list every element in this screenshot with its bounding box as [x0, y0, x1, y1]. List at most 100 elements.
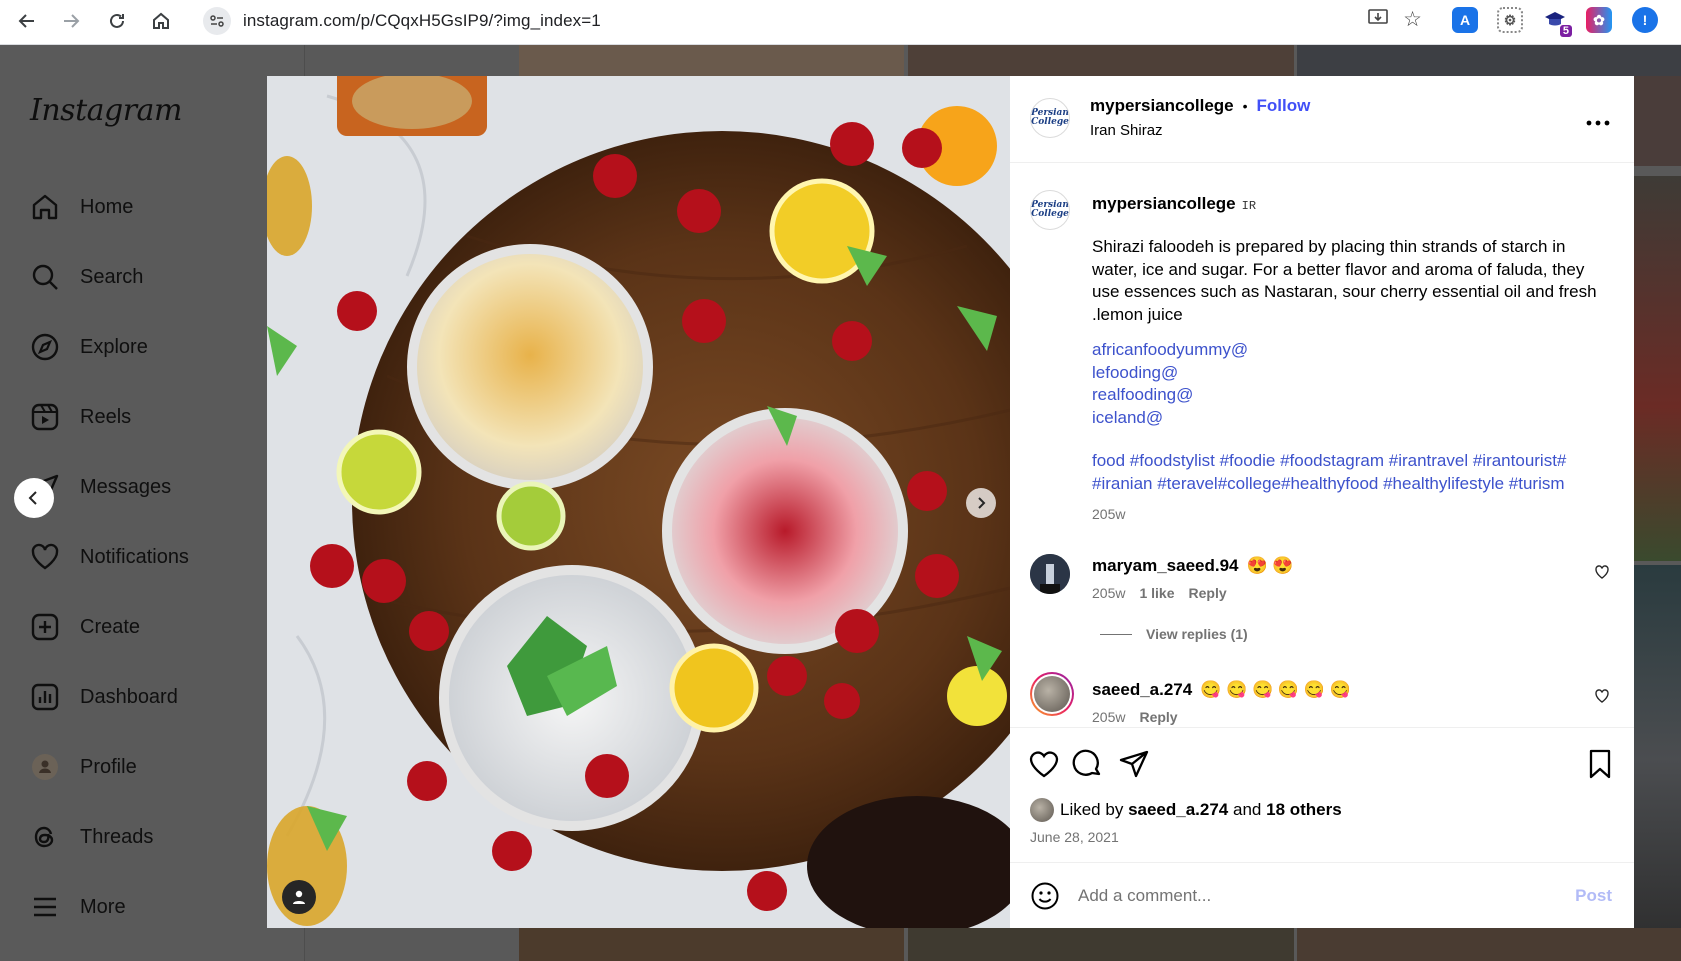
- comment-text: 😋 😋 😋 😋 😋 😋: [1200, 680, 1351, 699]
- site-info-icon[interactable]: [203, 7, 231, 35]
- install-app-icon[interactable]: [1367, 7, 1389, 32]
- sidebar-item-label: Search: [80, 265, 144, 288]
- mention-link[interactable]: realfooding@: [1092, 384, 1248, 407]
- reels-icon: [28, 400, 62, 434]
- url-text: instagram.com/p/CQqxH5GsIP9/?img_index=1: [243, 11, 601, 30]
- sidebar-item-label: Threads: [80, 825, 154, 848]
- sidebar-item-label: Messages: [80, 475, 172, 498]
- comment-meta: 205w Reply: [1092, 709, 1178, 725]
- info-extension-icon[interactable]: !: [1632, 7, 1658, 33]
- caption-author-username[interactable]: mypersiancollege: [1092, 194, 1236, 214]
- background-tile: [1634, 176, 1681, 561]
- forward-icon[interactable]: [56, 6, 86, 36]
- view-replies-label: View replies (1): [1146, 626, 1248, 642]
- sidebar-item-profile[interactable]: Profile: [28, 747, 288, 787]
- avatar-logo-text: Persian College: [1031, 200, 1069, 219]
- home-icon: [28, 190, 62, 224]
- comment-age[interactable]: 205w: [1092, 585, 1125, 601]
- background-tile: [1297, 928, 1681, 961]
- post-location[interactable]: Iran Shiraz: [1090, 122, 1163, 139]
- post-image[interactable]: [267, 76, 1010, 928]
- reply-button[interactable]: Reply: [1139, 709, 1177, 725]
- sidebar-item-search[interactable]: Search: [28, 257, 288, 297]
- comment-likes[interactable]: 1 like: [1139, 585, 1174, 601]
- author-username[interactable]: mypersiancollege: [1090, 96, 1234, 116]
- reload-icon[interactable]: [102, 6, 132, 36]
- like-comment-icon[interactable]: [1594, 564, 1610, 580]
- comment-icon[interactable]: [1072, 748, 1104, 780]
- sidebar-item-dashboard[interactable]: Dashboard: [28, 677, 288, 717]
- mention-link[interactable]: africanfoodyummy@: [1092, 339, 1248, 362]
- post-comment-button[interactable]: Post: [1575, 886, 1612, 906]
- commenter-username[interactable]: maryam_saeed.94: [1092, 556, 1239, 576]
- emoji-icon[interactable]: [1030, 881, 1060, 911]
- commenter-avatar[interactable]: [1030, 672, 1074, 716]
- liked-by-prefix: Liked by: [1060, 800, 1124, 819]
- background-tile: [908, 45, 1294, 76]
- liked-by-user[interactable]: saeed_a.274: [1128, 800, 1228, 820]
- sidebar-item-label: Create: [80, 615, 141, 638]
- browser-toolbar: instagram.com/p/CQqxH5GsIP9/?img_index=1…: [0, 0, 1681, 45]
- comment-age[interactable]: 205w: [1092, 709, 1125, 725]
- reply-button[interactable]: Reply: [1189, 585, 1227, 601]
- like-icon[interactable]: [1028, 748, 1060, 780]
- separator-dot: •: [1242, 98, 1248, 114]
- search-icon: [28, 260, 62, 294]
- comment-body: saeed_a.274 😋 😋 😋 😋 😋 😋: [1092, 680, 1351, 700]
- liked-by-others[interactable]: 18 others: [1266, 800, 1342, 820]
- sidebar-item-more[interactable]: More: [28, 887, 288, 927]
- caption-age[interactable]: 205w: [1092, 506, 1125, 522]
- comment-input[interactable]: Add a comment...: [1078, 886, 1211, 906]
- likes-summary: Liked by saeed_a.274 and 18 others: [1030, 798, 1342, 822]
- mention-link[interactable]: lefooding@: [1092, 362, 1248, 385]
- home-browser-icon[interactable]: [146, 6, 176, 36]
- more-options-icon[interactable]: [1586, 106, 1610, 132]
- save-bookmark-icon[interactable]: [1584, 748, 1616, 780]
- author-avatar[interactable]: Persian College: [1030, 98, 1070, 138]
- sidebar-item-threads[interactable]: Threads: [28, 817, 288, 857]
- commenter-avatar[interactable]: [1030, 554, 1070, 594]
- extension-badge: 5: [1559, 25, 1572, 37]
- profile-avatar: [28, 750, 62, 784]
- sidebar-item-label: Explore: [80, 335, 148, 358]
- share-icon[interactable]: [1118, 748, 1150, 780]
- sidebar-item-home[interactable]: Home: [28, 187, 288, 227]
- post-date[interactable]: June 28, 2021: [1030, 829, 1119, 845]
- address-bar[interactable]: instagram.com/p/CQqxH5GsIP9/?img_index=1…: [200, 4, 1430, 38]
- sidebar-item-messages[interactable]: Messages: [28, 467, 288, 507]
- sidebar-item-notifications[interactable]: Notifications: [28, 537, 288, 577]
- mention-link[interactable]: iceland@: [1092, 407, 1248, 430]
- brain-extension-icon[interactable]: ✿: [1586, 7, 1612, 33]
- caption-author-avatar[interactable]: Persian College: [1030, 190, 1070, 230]
- sidebar-item-label: More: [80, 895, 126, 918]
- previous-post-button[interactable]: [14, 478, 54, 518]
- background-tile: [908, 928, 1294, 961]
- settings-extension-icon[interactable]: ⚙: [1497, 7, 1523, 33]
- sidebar-item-reels[interactable]: Reels: [28, 397, 288, 437]
- add-comment-bar: Add a comment... Post: [1010, 862, 1634, 928]
- back-icon[interactable]: [12, 6, 42, 36]
- commenter-username[interactable]: saeed_a.274: [1092, 680, 1192, 700]
- next-image-button[interactable]: [966, 488, 996, 518]
- instagram-logo[interactable]: Instagram: [30, 93, 182, 128]
- liker-avatar[interactable]: [1030, 798, 1054, 822]
- avatar-logo-text: Persian College: [1031, 108, 1069, 127]
- sidebar-item-explore[interactable]: Explore: [28, 327, 288, 367]
- sidebar-item-label: Profile: [80, 755, 137, 778]
- hashtags[interactable]: food #foodstylist #foodie #foodstagram #…: [1092, 450, 1612, 495]
- like-comment-icon[interactable]: [1594, 688, 1610, 704]
- sidebar-item-label: Dashboard: [80, 685, 178, 708]
- heart-icon: [28, 540, 62, 574]
- threads-icon: [28, 820, 62, 854]
- sidebar-item-create[interactable]: Create: [28, 607, 288, 647]
- bookmark-star-icon[interactable]: ☆: [1403, 7, 1422, 32]
- sidebar-item-label: Reels: [80, 405, 132, 428]
- view-replies-button[interactable]: View replies (1): [1100, 626, 1248, 642]
- follow-button[interactable]: Follow: [1257, 96, 1311, 116]
- country-badge: IR: [1241, 199, 1257, 213]
- graduation-extension-icon[interactable]: 5: [1542, 7, 1572, 37]
- translate-extension-icon[interactable]: A: [1452, 7, 1478, 33]
- comments-section[interactable]: Persian College mypersiancollege IR Shir…: [1010, 164, 1634, 804]
- sidebar-item-label: Notifications: [80, 545, 189, 568]
- tagged-users-icon[interactable]: [282, 880, 316, 914]
